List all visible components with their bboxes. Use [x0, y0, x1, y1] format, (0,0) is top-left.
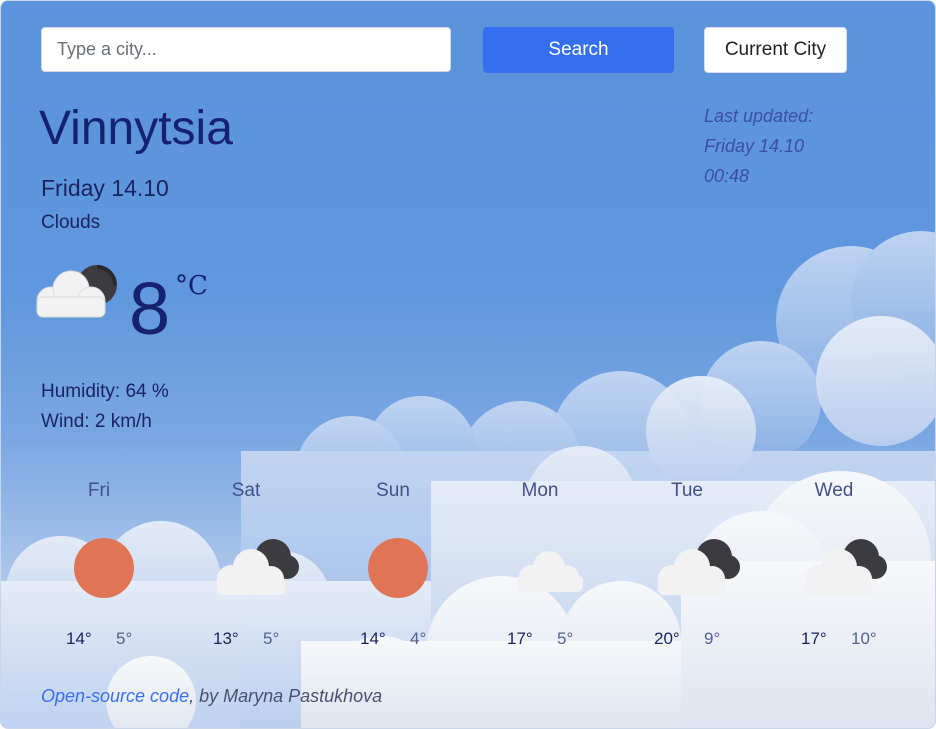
weather-app: Search Current City Vinnytsia Friday 14.… [0, 0, 936, 729]
city-name: Vinnytsia [39, 102, 233, 155]
forecast-max: 14° [360, 629, 386, 648]
current-temperature: 8 [129, 267, 171, 350]
weather-description: Clouds [41, 212, 101, 233]
forecast-day-name: Sat [231, 480, 261, 501]
search-button[interactable]: Search [483, 27, 674, 73]
forecast-day: Sat 13° 5° [172, 479, 320, 659]
sun-icon [368, 538, 428, 598]
forecast: Fri 14° 5° Sat 13° 5° Sun 14° 4° Mon 17°… [25, 479, 911, 659]
forecast-max: 20° [654, 629, 680, 648]
forecast-min: 9° [704, 629, 721, 648]
forecast-day: Wed 17° 10° [760, 479, 908, 659]
forecast-max: 14° [66, 629, 92, 648]
last-updated-label: Last updated: [704, 106, 814, 126]
forecast-max: 17° [801, 629, 827, 648]
forecast-day: Tue 20° 9° [613, 479, 761, 659]
forecast-day: Sun 14° 4° [319, 479, 467, 659]
forecast-day: Fri 14° 5° [25, 479, 173, 659]
source-code-link[interactable]: Open-source code [41, 686, 189, 706]
author-credit: , by Maryna Pastukhova [189, 686, 383, 706]
last-updated-time: 00:48 [704, 166, 750, 186]
current-city-button[interactable]: Current City [704, 27, 847, 73]
forecast-day-name: Mon [521, 480, 559, 501]
forecast-day-name: Sun [376, 480, 410, 501]
current-date: Friday 14.10 [41, 175, 169, 201]
cloud-moon-icon [217, 539, 299, 595]
forecast-day-name: Fri [87, 480, 111, 501]
cloud-moon-icon [805, 539, 887, 595]
forecast-min: 5° [263, 629, 280, 648]
forecast-min: 10° [851, 629, 877, 648]
footer: Open-source code, by Maryna Pastukhova [41, 686, 382, 707]
cloud-moon-icon [658, 539, 740, 595]
forecast-min: 5° [116, 629, 133, 648]
sun-icon [74, 538, 134, 598]
forecast-day-name: Tue [670, 480, 704, 501]
city-search-input[interactable] [41, 27, 451, 72]
temperature-unit: °C [175, 271, 208, 301]
cloud-icon [517, 551, 583, 592]
last-updated: Last updated: Friday 14.10 00:48 [704, 101, 884, 191]
forecast-day-name: Wed [814, 480, 854, 501]
last-updated-day: Friday 14.10 [704, 136, 805, 156]
forecast-min: 4° [410, 629, 427, 648]
cloud-moon-icon [36, 265, 117, 318]
forecast-min: 5° [557, 629, 574, 648]
forecast-max: 17° [507, 629, 533, 648]
humidity: Humidity: 64 % [41, 381, 169, 402]
forecast-day: Mon 17° 5° [466, 479, 614, 659]
forecast-max: 13° [213, 629, 239, 648]
wind: Wind: 2 km/h [41, 411, 152, 432]
